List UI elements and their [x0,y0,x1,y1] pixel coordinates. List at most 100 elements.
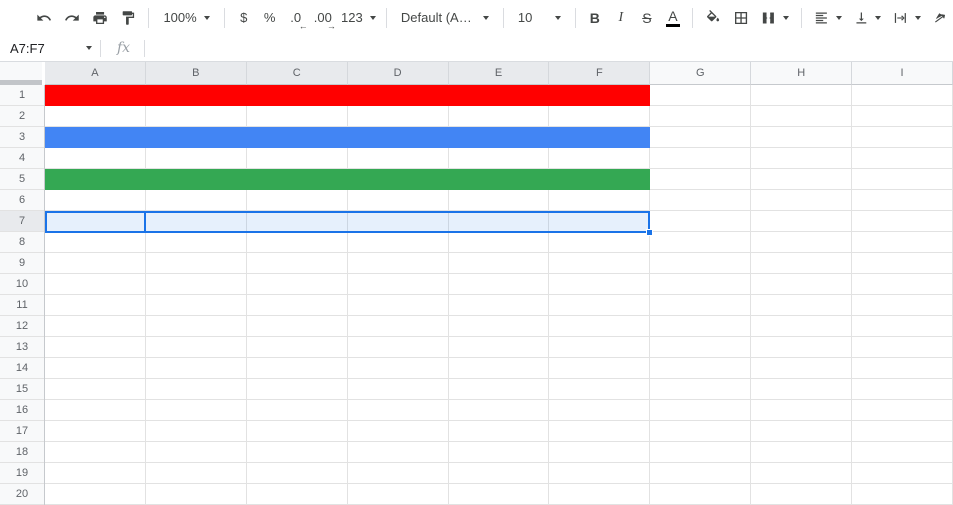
cell-I10[interactable] [852,274,953,295]
row-header-2[interactable]: 2 [0,106,44,127]
font-size-dropdown[interactable]: 10 [510,5,569,31]
cell-I6[interactable] [852,190,953,211]
cell-C4[interactable] [247,148,348,169]
cell-E12[interactable] [449,316,550,337]
row-header-5[interactable]: 5 [0,169,44,190]
bold-button[interactable]: B [582,5,608,31]
row-header-8[interactable]: 8 [0,232,44,253]
cell-G18[interactable] [650,442,751,463]
cell-D20[interactable] [348,484,449,505]
cell-G8[interactable] [650,232,751,253]
cell-F15[interactable] [549,379,650,400]
text-rotation-button[interactable] [927,5,953,31]
cell-E2[interactable] [449,106,550,127]
cell-B4[interactable] [146,148,247,169]
cell-G4[interactable] [650,148,751,169]
row-header-18[interactable]: 18 [0,442,44,463]
cell-H15[interactable] [751,379,852,400]
cell-A8[interactable] [45,232,146,253]
cell-A20[interactable] [45,484,146,505]
cell-C9[interactable] [247,253,348,274]
cell-F4[interactable] [549,148,650,169]
cell-B8[interactable] [146,232,247,253]
cell-G16[interactable] [650,400,751,421]
row-header-4[interactable]: 4 [0,148,44,169]
cell-C13[interactable] [247,337,348,358]
row-header-12[interactable]: 12 [0,316,44,337]
cell-A19[interactable] [45,463,146,484]
cell-F20[interactable] [549,484,650,505]
row-header-17[interactable]: 17 [0,421,44,442]
cell-I13[interactable] [852,337,953,358]
cell-B13[interactable] [146,337,247,358]
row-header-10[interactable]: 10 [0,274,44,295]
cell-F18[interactable] [549,442,650,463]
cell-D10[interactable] [348,274,449,295]
cell-F17[interactable] [549,421,650,442]
cell-B18[interactable] [146,442,247,463]
zoom-dropdown[interactable]: 100% [155,5,217,31]
cell-A15[interactable] [45,379,146,400]
increase-decimal-button[interactable]: .00 → [309,5,337,31]
cell-D18[interactable] [348,442,449,463]
cell-D19[interactable] [348,463,449,484]
text-wrapping-button[interactable] [887,5,927,31]
cell-E4[interactable] [449,148,550,169]
cells-area[interactable] [45,85,953,505]
column-header-D[interactable]: D [348,62,449,85]
cell-D13[interactable] [348,337,449,358]
column-header-E[interactable]: E [449,62,550,85]
cell-G1[interactable] [650,85,751,106]
cell-H9[interactable] [751,253,852,274]
cell-D4[interactable] [348,148,449,169]
row-header-15[interactable]: 15 [0,379,44,400]
cell-E6[interactable] [449,190,550,211]
cell-G13[interactable] [650,337,751,358]
cell-I20[interactable] [852,484,953,505]
cell-E18[interactable] [449,442,550,463]
cell-A2[interactable] [45,106,146,127]
cell-F8[interactable] [549,232,650,253]
column-header-A[interactable]: A [45,62,146,85]
cell-F19[interactable] [549,463,650,484]
cell-B10[interactable] [146,274,247,295]
cell-E11[interactable] [449,295,550,316]
column-header-F[interactable]: F [549,62,650,85]
cell-I8[interactable] [852,232,953,253]
cell-F6[interactable] [549,190,650,211]
filled-range-row-3[interactable] [45,127,650,148]
cell-I3[interactable] [852,127,953,148]
row-header-11[interactable]: 11 [0,295,44,316]
cell-A9[interactable] [45,253,146,274]
cell-G15[interactable] [650,379,751,400]
cell-C20[interactable] [247,484,348,505]
cell-A10[interactable] [45,274,146,295]
filled-range-row-1[interactable] [45,85,650,106]
row-header-6[interactable]: 6 [0,190,44,211]
cell-I4[interactable] [852,148,953,169]
cell-H6[interactable] [751,190,852,211]
cell-I18[interactable] [852,442,953,463]
cell-A14[interactable] [45,358,146,379]
cell-C8[interactable] [247,232,348,253]
cell-I12[interactable] [852,316,953,337]
vertical-align-button[interactable] [848,5,888,31]
cell-I5[interactable] [852,169,953,190]
cell-I15[interactable] [852,379,953,400]
cell-E16[interactable] [449,400,550,421]
cell-I7[interactable] [852,211,953,232]
name-box[interactable]: A7:F7 [0,35,100,61]
redo-button[interactable] [58,5,86,31]
cell-H14[interactable] [751,358,852,379]
cell-G17[interactable] [650,421,751,442]
cell-B11[interactable] [146,295,247,316]
cell-H4[interactable] [751,148,852,169]
decrease-decimal-button[interactable]: .0 ← [283,5,309,31]
cell-H5[interactable] [751,169,852,190]
cell-E19[interactable] [449,463,550,484]
cell-C12[interactable] [247,316,348,337]
cell-E14[interactable] [449,358,550,379]
cell-B17[interactable] [146,421,247,442]
cell-B6[interactable] [146,190,247,211]
cell-D2[interactable] [348,106,449,127]
